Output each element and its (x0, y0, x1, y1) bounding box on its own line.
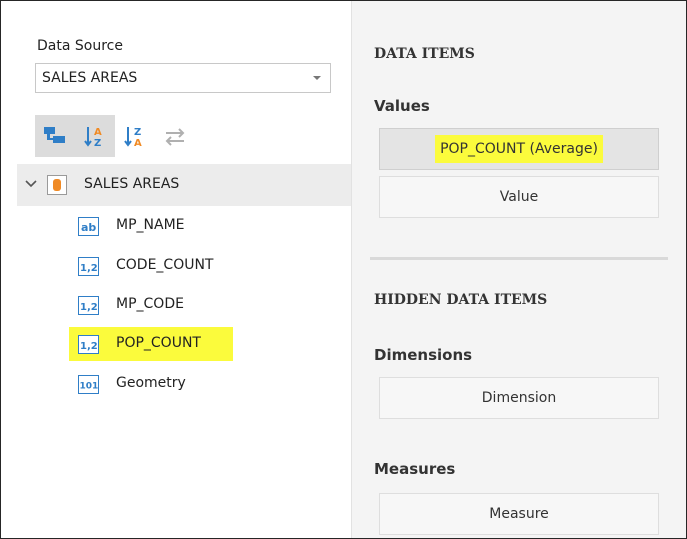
data-source-label: Data Source (37, 38, 123, 54)
svg-text:A: A (94, 127, 102, 138)
svg-text:1,2: 1,2 (80, 302, 98, 313)
section-divider (370, 257, 668, 260)
values-slot-pop-count[interactable]: POP_COUNT (Average) (379, 128, 659, 170)
values-placeholder: Value (499, 189, 539, 205)
values-item-label: POP_COUNT (Average) (435, 135, 603, 163)
data-source-selected: SALES AREAS (42, 70, 138, 86)
measures-heading: Measures (374, 460, 456, 478)
svg-text:ab: ab (81, 221, 96, 234)
measures-drop-target[interactable]: Measure (379, 493, 659, 535)
sort-ascending-icon: A Z (84, 127, 102, 149)
hierarchy-view-button[interactable] (35, 115, 75, 157)
values-heading: Values (374, 97, 430, 115)
values-drop-target[interactable]: Value (379, 176, 659, 218)
hierarchy-icon (44, 127, 65, 143)
dimensions-heading: Dimensions (374, 346, 473, 364)
swap-arrows-icon (165, 128, 185, 146)
svg-text:1,2: 1,2 (80, 341, 98, 352)
data-source-dropdown[interactable]: SALES AREAS (35, 63, 331, 93)
data-items-heading: DATA ITEMS (374, 46, 475, 62)
data-binding-window: Data Source SALES AREAS A Z Z A SALES AR… (0, 0, 687, 539)
svg-text:1,2: 1,2 (80, 263, 98, 274)
numeric-field-icon: 1,2 (78, 296, 99, 315)
svg-text:Z: Z (134, 127, 141, 138)
sort-descending-button[interactable]: Z A (115, 115, 155, 157)
tree-root-label: SALES AREAS (84, 176, 180, 192)
field-list-pane: Data Source SALES AREAS A Z Z A SALES AR… (1, 1, 351, 538)
dimensions-drop-target[interactable]: Dimension (379, 377, 659, 419)
swap-button[interactable] (155, 115, 195, 157)
data-items-pane: DATA ITEMS Values POP_COUNT (Average) Va… (351, 1, 686, 538)
sort-ascending-button[interactable]: A Z (75, 115, 115, 157)
svg-text:101: 101 (80, 382, 99, 392)
svg-text:A: A (134, 138, 142, 149)
measures-placeholder: Measure (489, 506, 549, 522)
tree-root-sales-areas[interactable]: SALES AREAS (17, 164, 351, 206)
hidden-data-items-heading: HIDDEN DATA ITEMS (374, 292, 548, 308)
chevron-down-icon[interactable] (313, 76, 321, 80)
field-label: POP_COUNT (116, 335, 201, 351)
svg-text:Z: Z (94, 138, 101, 149)
field-label: Geometry (116, 375, 186, 391)
numeric-field-icon: 1,2 (78, 335, 99, 354)
text-field-icon: ab (78, 217, 99, 236)
database-icon (47, 175, 67, 195)
field-label: MP_CODE (116, 296, 184, 312)
chevron-down-icon[interactable] (25, 179, 37, 189)
field-label: CODE_COUNT (116, 257, 214, 273)
numeric-field-icon: 1,2 (78, 257, 99, 276)
sort-descending-icon: Z A (124, 127, 142, 149)
geometry-field-icon: 101 (78, 375, 99, 394)
field-label: MP_NAME (116, 217, 185, 233)
dimensions-placeholder: Dimension (481, 390, 557, 406)
